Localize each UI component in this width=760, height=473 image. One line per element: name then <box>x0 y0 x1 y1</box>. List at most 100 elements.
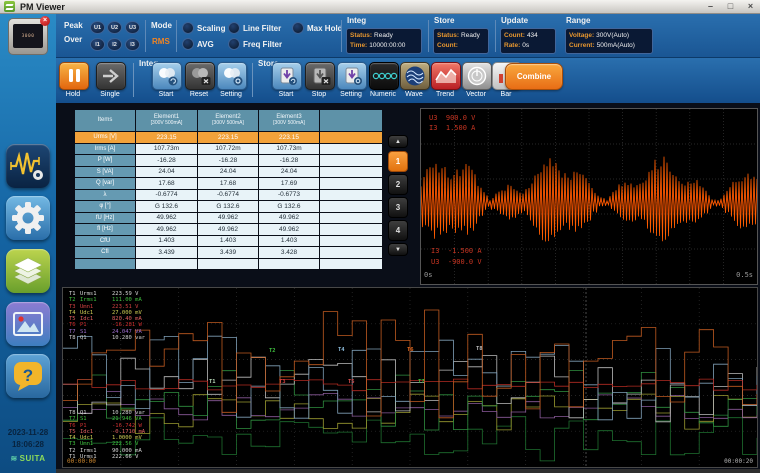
gear-icon <box>6 196 50 240</box>
table-row[interactable]: CfI3.4393.4393.428 <box>75 247 382 258</box>
table-cell: 17.68 <box>136 178 197 189</box>
wave-i-top-label: I3 1.500 A <box>429 124 475 132</box>
table-row[interactable]: Urms [V]223.15223.15223.15 <box>75 132 382 143</box>
screenshot-button[interactable] <box>6 302 50 346</box>
numeric-view-button[interactable] <box>369 62 399 90</box>
table-cell: -16.28 <box>198 155 258 166</box>
table-cell: G 132.6 <box>198 201 258 212</box>
close-button[interactable]: × <box>745 1 756 12</box>
store-stop-button[interactable] <box>305 62 335 90</box>
table-row[interactable]: Irms [A]107.73m107.72m107.73m <box>75 144 382 155</box>
table-cell <box>320 201 382 212</box>
max-hold-label: Max Hold <box>307 24 343 33</box>
table-cell: 24.04 <box>259 167 319 178</box>
table-cell: -0.6774 <box>198 190 258 201</box>
help-button[interactable]: ? <box>6 354 50 398</box>
table-row[interactable]: fU [Hz]49.96249.96249.962 <box>75 213 382 224</box>
peak-u3-indicator[interactable]: U3 <box>125 21 140 34</box>
store-start-label: Start <box>268 91 304 98</box>
wave-view-button[interactable] <box>400 62 430 90</box>
wave-i-bottom-label: I3 -1.500 A <box>431 247 482 255</box>
bottom-frame <box>56 469 760 473</box>
layers-button[interactable] <box>6 249 50 293</box>
table-row[interactable]: λ-0.6774-0.6774-0.6773 <box>75 190 382 201</box>
single-button[interactable] <box>96 62 126 90</box>
vector-view-button[interactable] <box>462 62 492 90</box>
pager-page-1[interactable]: 1 <box>388 151 408 172</box>
table-cell: 107.72m <box>198 144 258 155</box>
table-row[interactable]: fI [Hz]49.96249.96249.962 <box>75 224 382 235</box>
trend-marker-label: T8 <box>476 346 483 352</box>
integ-setting-icon <box>218 63 246 89</box>
trend-time-end: 00:00:20 <box>724 458 753 465</box>
row-label: λ <box>75 190 135 201</box>
freq-filter-label: Freq Filter <box>243 40 282 49</box>
table-cell <box>320 259 382 270</box>
table-cell: 24.04 <box>136 167 197 178</box>
integ-start-icon <box>153 63 181 89</box>
line-filter-radio[interactable] <box>228 22 240 34</box>
column-header: Element1[300V 500mA] <box>136 110 197 131</box>
table-row[interactable]: S [VA]24.0424.0424.04 <box>75 167 382 178</box>
store-status-box: Status:Ready Count: <box>433 28 489 54</box>
avg-radio[interactable] <box>182 38 194 50</box>
table-cell <box>320 247 382 258</box>
trend-legend-top: T1Urms1223.59 VT2Irms1111.00 mAT3Umn1223… <box>69 291 145 341</box>
settings-button[interactable] <box>6 196 50 240</box>
peak-over-label2: Over <box>64 35 82 44</box>
row-label: S [VA] <box>75 167 135 178</box>
update-title: Update <box>501 16 528 25</box>
trend-marker-label: T6 <box>407 347 414 353</box>
scaling-radio[interactable] <box>182 22 194 34</box>
combine-button[interactable]: Combine <box>505 63 563 90</box>
pager-page-2[interactable]: 2 <box>388 174 408 195</box>
pager-down-button[interactable]: ▼ <box>388 243 408 256</box>
table-row[interactable]: φ [°]G 132.6G 132.6G 132.6 <box>75 201 382 212</box>
integ-setting-button[interactable] <box>217 62 247 90</box>
table-cell <box>320 167 382 178</box>
peak-u2-indicator[interactable]: U2 <box>107 21 122 34</box>
layers-icon <box>6 249 50 293</box>
peak-i2-indicator[interactable]: I2 <box>107 38 122 51</box>
screenshot-icon <box>6 302 50 346</box>
vector-icon <box>463 63 491 89</box>
trend-icon <box>432 63 460 89</box>
freq-filter-radio[interactable] <box>228 38 240 50</box>
max-hold-radio[interactable] <box>292 22 304 34</box>
device-icon[interactable]: 3000 × <box>8 18 48 55</box>
peak-i1-indicator[interactable]: I1 <box>90 38 105 51</box>
table-row[interactable]: P [W]-16.28-16.28-16.28 <box>75 155 382 166</box>
table-cell: 49.962 <box>259 224 319 235</box>
table-row[interactable] <box>75 259 382 270</box>
pager-page-4[interactable]: 4 <box>388 220 408 241</box>
waveform-settings-icon <box>6 144 50 188</box>
store-start-button[interactable] <box>272 62 302 90</box>
hold-button[interactable] <box>59 62 89 90</box>
integ-reset-button[interactable] <box>185 62 215 90</box>
table-cell <box>320 224 382 235</box>
suita-logo: ≋SUITA <box>0 454 56 463</box>
device-screen: 3000 <box>13 24 43 48</box>
main-content: Items Element1[300V 500mA] Element2[300V… <box>56 103 760 473</box>
status-time: 18:06:28 <box>0 440 56 449</box>
maximize-button[interactable]: □ <box>725 1 736 12</box>
pager-up-button[interactable]: ▲ <box>388 135 408 148</box>
waveform-settings-button[interactable] <box>6 144 50 188</box>
avg-label: AVG <box>197 40 214 49</box>
peak-u1-indicator[interactable]: U1 <box>90 21 105 34</box>
row-label: φ [°] <box>75 201 135 212</box>
column-header: Element3[300V 500mA] <box>259 110 319 131</box>
titlebar: PM Viewer – □ × <box>0 0 760 14</box>
store-setting-button[interactable] <box>337 62 367 90</box>
table-cell <box>320 213 382 224</box>
app-logo-icon <box>4 1 15 12</box>
table-row[interactable]: CfU1.4031.4031.403 <box>75 236 382 247</box>
peak-i3-indicator[interactable]: I3 <box>125 38 140 51</box>
minimize-button[interactable]: – <box>705 1 716 12</box>
integ-start-button[interactable] <box>152 62 182 90</box>
trend-view-button[interactable] <box>431 62 461 90</box>
disconnect-badge-icon: × <box>40 16 50 26</box>
table-cell: 3.439 <box>198 247 258 258</box>
pager-page-3[interactable]: 3 <box>388 197 408 218</box>
table-row[interactable]: Q [var]17.6817.6817.69 <box>75 178 382 189</box>
